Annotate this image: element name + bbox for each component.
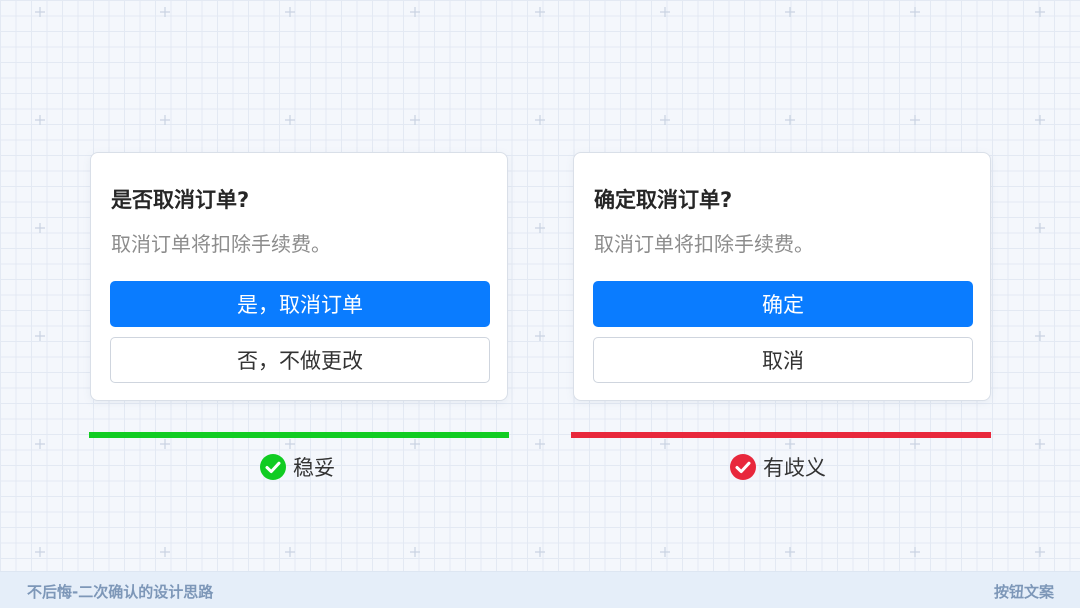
verdict-label: 稳妥 — [293, 456, 335, 480]
confirm-cancel-order-button[interactable]: 是，取消订单 — [110, 281, 490, 327]
footer-series-title: 不后悔-二次确认的设计思路 — [27, 583, 214, 601]
check-circle-icon — [260, 454, 286, 480]
grid-plus-marker — [1035, 223, 1045, 233]
grid-plus-marker — [285, 7, 295, 17]
grid-plus-marker — [535, 331, 545, 341]
grid-plus-marker — [785, 7, 795, 17]
grid-plus-marker — [785, 547, 795, 557]
dialog-message: 取消订单将扣除手续费。 — [111, 232, 331, 256]
grid-plus-marker — [410, 115, 420, 125]
grid-plus-marker — [285, 439, 295, 449]
grid-plus-marker — [660, 7, 670, 17]
grid-plus-marker — [1035, 115, 1045, 125]
grid-plus-marker — [160, 7, 170, 17]
grid-plus-marker — [35, 223, 45, 233]
grid-plus-marker — [535, 439, 545, 449]
grid-plus-marker — [285, 547, 295, 557]
grid-plus-marker — [910, 7, 920, 17]
grid-plus-marker — [1035, 439, 1045, 449]
grid-plus-marker — [785, 439, 795, 449]
footer-topic: 按钮文案 — [993, 583, 1054, 601]
footer-bar: 不后悔-二次确认的设计思路 按钮文案 — [0, 571, 1080, 608]
grid-plus-marker — [35, 439, 45, 449]
grid-plus-marker — [410, 7, 420, 17]
dialog-title: 确定取消订单? — [594, 188, 733, 212]
grid-plus-marker — [35, 7, 45, 17]
grid-plus-marker — [535, 547, 545, 557]
ambiguous-indicator-bar — [571, 432, 991, 438]
grid-plus-marker — [285, 115, 295, 125]
grid-plus-marker — [535, 7, 545, 17]
verdict-safe: 稳妥 — [260, 453, 335, 481]
verdict-ambiguous: 有歧义 — [730, 453, 826, 481]
grid-plus-marker — [660, 439, 670, 449]
grid-plus-marker — [910, 115, 920, 125]
dialog-message: 取消订单将扣除手续费。 — [594, 232, 814, 256]
grid-plus-marker — [660, 547, 670, 557]
grid-plus-marker — [1035, 547, 1045, 557]
grid-plus-marker — [1035, 331, 1045, 341]
safe-indicator-bar — [89, 432, 509, 438]
check-circle-icon — [730, 454, 756, 480]
grid-plus-marker — [660, 115, 670, 125]
grid-plus-marker — [535, 223, 545, 233]
grid-plus-marker — [535, 115, 545, 125]
keep-order-button[interactable]: 否，不做更改 — [110, 337, 490, 383]
cancel-button[interactable]: 取消 — [593, 337, 973, 383]
grid-plus-marker — [785, 115, 795, 125]
grid-plus-marker — [410, 547, 420, 557]
grid-plus-marker — [910, 547, 920, 557]
grid-plus-marker — [160, 547, 170, 557]
grid-plus-marker — [910, 439, 920, 449]
grid-plus-marker — [1035, 7, 1045, 17]
dialog-ambiguous-example: 确定取消订单? 取消订单将扣除手续费。 确定 取消 — [573, 152, 991, 401]
grid-plus-marker — [35, 547, 45, 557]
verdict-label: 有歧义 — [763, 456, 826, 480]
grid-plus-marker — [160, 115, 170, 125]
grid-plus-marker — [160, 439, 170, 449]
grid-plus-marker — [35, 331, 45, 341]
dialog-title: 是否取消订单? — [111, 188, 250, 212]
grid-plus-marker — [35, 115, 45, 125]
confirm-button[interactable]: 确定 — [593, 281, 973, 327]
grid-plus-marker — [410, 439, 420, 449]
dialog-safe-example: 是否取消订单? 取消订单将扣除手续费。 是，取消订单 否，不做更改 — [90, 152, 508, 401]
